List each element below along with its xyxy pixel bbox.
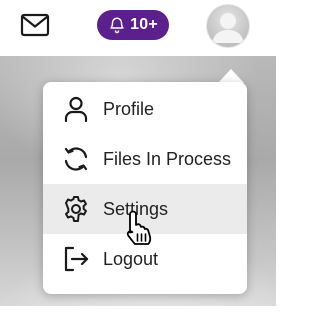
sync-icon (61, 144, 91, 174)
menu-item-label: Profile (103, 98, 155, 119)
gear-icon (61, 194, 91, 224)
menu-caret (218, 69, 244, 83)
hand-pointer-icon (126, 210, 152, 245)
menu-item-files-in-process[interactable]: Files In Process (43, 134, 247, 184)
user-icon (61, 94, 91, 124)
user-avatar-icon (207, 5, 249, 47)
menu-item-profile[interactable]: Profile (43, 84, 247, 134)
notification-count: 10+ (130, 16, 158, 33)
logout-icon (61, 244, 91, 274)
menu-item-label: Files In Process (103, 148, 232, 169)
page-edge-bottom (0, 306, 284, 314)
page-edge-right (276, 56, 284, 314)
notifications-badge[interactable]: 10+ (97, 10, 169, 40)
menu-item-label: Logout (103, 248, 159, 269)
user-avatar-button[interactable] (207, 5, 249, 47)
mail-icon[interactable] (20, 12, 50, 38)
bell-icon (110, 17, 124, 34)
user-dropdown-menu: Profile Files In Process Settings Logout (43, 82, 247, 294)
